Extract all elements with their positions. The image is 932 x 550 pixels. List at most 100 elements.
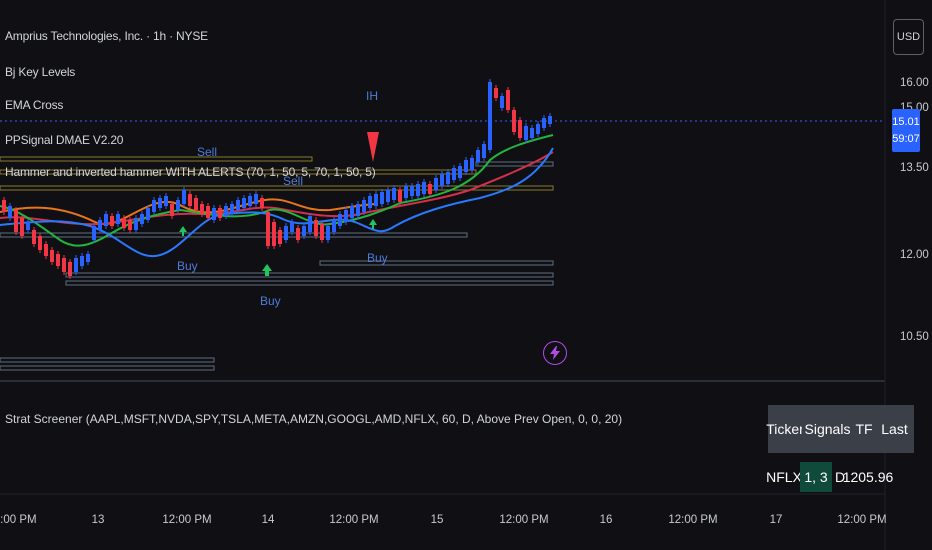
candle-body: [272, 222, 276, 246]
candle-body: [38, 236, 42, 250]
price-axis-label: 10.50: [900, 331, 929, 343]
candle-body: [74, 258, 78, 272]
currency-button[interactable]: USD: [893, 19, 924, 55]
table-header-tf: TF: [853, 405, 875, 453]
candle-body: [518, 120, 522, 138]
candle-body: [2, 200, 6, 212]
candle-body: [188, 194, 192, 206]
candle-body: [20, 218, 24, 236]
key-level-line: [319, 260, 554, 266]
indicator-legend-ema-cross[interactable]: EMA Cross: [5, 98, 63, 112]
candle-body: [194, 198, 198, 210]
candle-body: [260, 198, 264, 208]
key-level-line: [0, 357, 215, 363]
candle-body: [314, 220, 318, 236]
candle-body: [146, 208, 150, 220]
candle-body: [128, 220, 132, 230]
candle-body: [290, 222, 294, 232]
candle-body: [152, 200, 156, 212]
indicator-legend-hammer[interactable]: Hammer and inverted hammer WITH ALERTS (…: [5, 165, 376, 179]
candle-body: [332, 220, 336, 232]
candle-body: [428, 184, 432, 194]
last-price-value: 15.01: [892, 115, 920, 128]
candle-body: [470, 158, 474, 170]
screener-legend[interactable]: Strat Screener (AAPL,MSFT,NVDA,SPY,TSLA,…: [5, 412, 622, 426]
sell-triangle-icon: [367, 132, 379, 162]
candle-body: [320, 224, 324, 240]
candle-body: [356, 204, 360, 216]
time-axis-label: 12:00 PM: [668, 514, 718, 526]
candle-body: [170, 204, 174, 216]
candle-body: [548, 116, 552, 124]
candle-body: [506, 90, 510, 110]
price-axis-label: 12.00: [900, 249, 929, 261]
candle-body: [116, 214, 120, 224]
buy-signal-label: Buy: [177, 259, 198, 273]
indicator-legend-key-levels[interactable]: Bj Key Levels: [5, 65, 75, 79]
candle-body: [500, 96, 504, 108]
lightning-alert-icon[interactable]: [543, 341, 567, 365]
candle-body: [422, 182, 426, 194]
candle-body: [464, 160, 468, 172]
candle-body: [134, 218, 138, 230]
candle-body: [158, 198, 162, 208]
candle-body: [122, 218, 126, 228]
candle-body: [236, 200, 240, 210]
buy-signal-label: Buy: [367, 251, 388, 265]
buy-signal-label: Buy: [260, 294, 281, 308]
time-axis-label: 12:00 PM: [162, 514, 212, 526]
candle-body: [488, 82, 492, 150]
candle-body: [536, 124, 540, 134]
table-cell-last: 1205.96: [842, 469, 894, 485]
candle-body: [296, 228, 300, 240]
time-axis-label: 13: [91, 514, 105, 526]
candle-body: [266, 212, 270, 246]
key-level-line: [0, 232, 468, 238]
candle-body: [434, 178, 438, 190]
candle-body: [452, 168, 456, 180]
symbol-title[interactable]: Amprius Technologies, Inc. · 1h · NYSE: [5, 29, 208, 43]
key-level-line: [0, 365, 215, 371]
candle-body: [62, 258, 66, 272]
candle-body: [218, 208, 222, 218]
candle-body: [80, 256, 84, 266]
candle-body: [44, 244, 48, 256]
time-axis-label: 12:00 PM: [837, 514, 887, 526]
candle-body: [110, 216, 114, 226]
key-level-line: [0, 156, 313, 162]
candle-body: [542, 118, 546, 128]
candle-body: [242, 198, 246, 208]
candle-body: [344, 210, 348, 222]
ema-lines: [0, 134, 554, 258]
key-level-line: [65, 272, 554, 278]
ih-signal-label: IH: [366, 89, 378, 103]
candle-body: [530, 128, 534, 138]
sell-signal-label: Sell: [197, 145, 218, 159]
candle-body: [458, 166, 462, 178]
candle-body: [416, 184, 420, 196]
table-cell-ticker: NFLX: [766, 469, 802, 485]
candle-body: [482, 144, 486, 158]
candle-body: [410, 186, 414, 196]
candle-body: [32, 230, 36, 244]
candle-body: [98, 220, 102, 230]
table-header-ticker: Ticker: [766, 405, 804, 453]
candle-body: [14, 210, 18, 232]
sell-signal-label: Sell: [283, 174, 304, 188]
candle-body: [50, 250, 54, 262]
candle-body: [278, 230, 282, 244]
table-cell-signals: 1, 3: [800, 462, 832, 492]
candle-body: [302, 226, 306, 236]
indicator-legend-ppsignal[interactable]: PPSignal DMAE V2.20: [5, 133, 123, 147]
candle-body: [326, 226, 330, 240]
candle-body: [404, 186, 408, 198]
last-price-badge: 15.01 59:07: [892, 109, 920, 152]
candle-body: [494, 88, 498, 98]
buy-arrow-icon: [179, 226, 187, 236]
candle-body: [140, 214, 144, 224]
candle-body: [212, 208, 216, 220]
time-axis-label: 14: [261, 514, 275, 526]
key-level-line: [65, 280, 554, 286]
candle-body: [230, 204, 234, 214]
candle-body: [476, 150, 480, 162]
